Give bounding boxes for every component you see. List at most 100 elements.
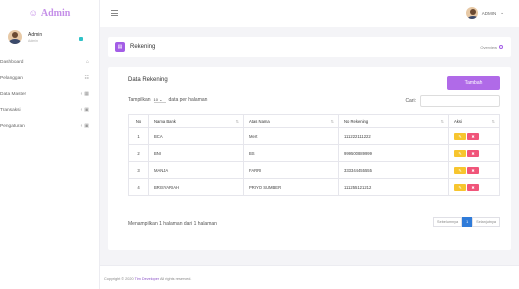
home-icon: ⌂ <box>85 59 89 65</box>
page-header: ▤ Rekening Overview <box>108 37 511 57</box>
sidebar-item-label: Pelanggan <box>0 75 23 81</box>
cell-name: BS <box>243 144 339 162</box>
cell-bank: BRISYARIAH <box>148 178 244 196</box>
cell-name: Mert <box>243 127 339 145</box>
sidebar-item-dashboard[interactable]: Dashboard ⌂ <box>0 54 99 70</box>
table-row: 2 BNI BS 999500889999 ✎ ✖ <box>128 144 500 162</box>
user-role: Admin <box>28 38 38 43</box>
edit-button[interactable]: ✎ <box>454 166 466 174</box>
chevron-down-icon: ⌄ <box>500 10 504 15</box>
sort-icon: ⇅ <box>440 119 444 124</box>
cell-number: 111222111222 <box>338 127 449 145</box>
table-info: Menampilkan 1 halaman dari 1 halaman <box>128 221 217 227</box>
avatar <box>465 7 478 19</box>
avatar <box>8 30 22 44</box>
cell-actions: ✎ ✖ <box>448 144 500 162</box>
delete-button[interactable]: ✖ <box>467 149 479 157</box>
page-icon: ▤ <box>115 42 125 52</box>
column-header-number[interactable]: No Rekening ⇅ <box>338 114 449 128</box>
sidebar-item-label: Data Master <box>0 91 27 97</box>
settings-icon: ▣ <box>84 123 89 129</box>
search-label: Cari: <box>405 98 416 104</box>
cell-no: 4 <box>128 178 149 196</box>
edit-button[interactable]: ✎ <box>454 149 466 157</box>
chevron-left-icon: ‹ <box>80 123 83 129</box>
column-header-no[interactable]: No <box>128 114 149 128</box>
search-control: Cari: <box>405 95 500 107</box>
brand[interactable]: ☺ Admin <box>0 0 99 26</box>
logo-icon: ☺ <box>28 8 38 18</box>
footer-copyright: Copyright © 2020 <box>104 277 134 281</box>
table-header-row: No Nama Bank ⇅ Atas Nama ⇅ No Rekening ⇅ Ak… <box>128 114 500 128</box>
user-menu-label: ADMIN <box>481 10 497 16</box>
page-length-control: Tampilkan 10 ⌄ data per halaman <box>128 97 207 103</box>
column-header-name[interactable]: Atas Nama ⇅ <box>243 114 339 128</box>
length-prefix: Tampilkan <box>128 97 151 103</box>
topbar: ADMIN ⌄ <box>100 0 519 27</box>
users-icon: ☷ <box>84 75 89 81</box>
rekening-table: No Nama Bank ⇅ Atas Nama ⇅ No Rekening ⇅ Ak… <box>128 114 500 196</box>
cell-number: 111255121212 <box>338 178 449 196</box>
column-header-bank[interactable]: Nama Bank ⇅ <box>148 114 244 128</box>
brand-name: Admin <box>40 7 71 19</box>
table-row: 4 BRISYARIAH PRIYO SUMBER 111255121212 ✎… <box>128 178 500 196</box>
cart-icon: ▣ <box>84 107 89 113</box>
footer-suffix: All rights reserved. <box>160 277 192 281</box>
cell-bank: BNI <box>148 144 244 162</box>
footer: Copyright © 2020 Tim Developer All right… <box>100 265 519 289</box>
column-header-aksi[interactable]: Aksi ⇅ <box>448 114 500 128</box>
sidebar-item-pelanggan[interactable]: Pelanggan ☷ <box>0 70 99 86</box>
sort-icon: ⇅ <box>235 119 239 124</box>
sidebar-item-pengaturan[interactable]: Pengaturan ‹ ▣ <box>0 118 99 134</box>
menu-toggle-icon[interactable] <box>111 10 118 16</box>
cell-number: 333344455555 <box>338 161 449 179</box>
edit-button[interactable]: ✎ <box>454 132 466 140</box>
page-length-value: 10 <box>153 97 158 102</box>
page-length-select[interactable]: 10 ⌄ <box>153 97 166 103</box>
grid-icon: ▦ <box>84 91 89 97</box>
add-button[interactable]: Tambah <box>447 76 500 90</box>
sidebar-menu: Dashboard ⌂ Pelanggan ☷ Data Master ‹ ▦ T… <box>0 54 99 134</box>
cell-number: 999500889999 <box>338 144 449 162</box>
delete-button[interactable]: ✖ <box>467 132 479 140</box>
search-input[interactable] <box>420 95 500 107</box>
sidebar-item-label: Pengaturan <box>0 123 25 129</box>
sidebar-item-transaksi[interactable]: Transaksi ‹ ▣ <box>0 102 99 118</box>
sidebar-item-label: Transaksi <box>0 107 21 113</box>
pagination-previous[interactable]: Sebelumnya <box>433 217 463 227</box>
cell-bank: MANJA <box>148 161 244 179</box>
table-row: 3 MANJA FARRI 333344455555 ✎ ✖ <box>128 161 500 179</box>
cell-no: 2 <box>128 144 149 162</box>
user-menu[interactable]: ADMIN ⌄ <box>465 7 504 19</box>
cell-name: FARRI <box>243 161 339 179</box>
info-icon <box>499 45 503 49</box>
cell-name: PRIYO SUMBER <box>243 178 339 196</box>
card-title: Data Rekening <box>128 77 168 83</box>
table-row: 1 BCA Mert 111222111222 ✎ ✖ <box>128 127 500 145</box>
page-title: Rekening <box>130 44 156 50</box>
footer-brand-link[interactable]: Tim Developer <box>135 277 160 281</box>
delete-button[interactable]: ✖ <box>467 166 479 174</box>
online-status-icon <box>79 37 83 41</box>
pagination-next[interactable]: Selanjutnya <box>472 217 500 227</box>
sidebar: ☺ Admin Admin Admin Dashboard ⌂ Pelangga… <box>0 0 100 289</box>
pagination: Sebelumnya 1 Selanjutnya <box>433 217 500 227</box>
data-card: Data Rekening Tambah Tampilkan 10 ⌄ data… <box>108 67 511 250</box>
pagination-page-1[interactable]: 1 <box>462 217 473 227</box>
sort-icon: ⇅ <box>491 119 495 124</box>
sort-icon: ⇅ <box>330 119 334 124</box>
cell-no: 1 <box>128 127 149 145</box>
breadcrumb[interactable]: Overview <box>480 45 503 50</box>
edit-button[interactable]: ✎ <box>454 183 466 191</box>
cell-actions: ✎ ✖ <box>448 161 500 179</box>
delete-button[interactable]: ✖ <box>467 183 479 191</box>
chevron-left-icon: ‹ <box>80 91 83 97</box>
length-suffix: data per halaman <box>168 97 208 103</box>
sidebar-item-label: Dashboard <box>0 59 24 65</box>
user-panel: Admin Admin <box>0 26 99 48</box>
sidebar-item-data-master[interactable]: Data Master ‹ ▦ <box>0 86 99 102</box>
cell-actions: ✎ ✖ <box>448 127 500 145</box>
user-name: Admin <box>28 31 43 38</box>
chevron-left-icon: ‹ <box>80 107 83 113</box>
cell-actions: ✎ ✖ <box>448 178 500 196</box>
